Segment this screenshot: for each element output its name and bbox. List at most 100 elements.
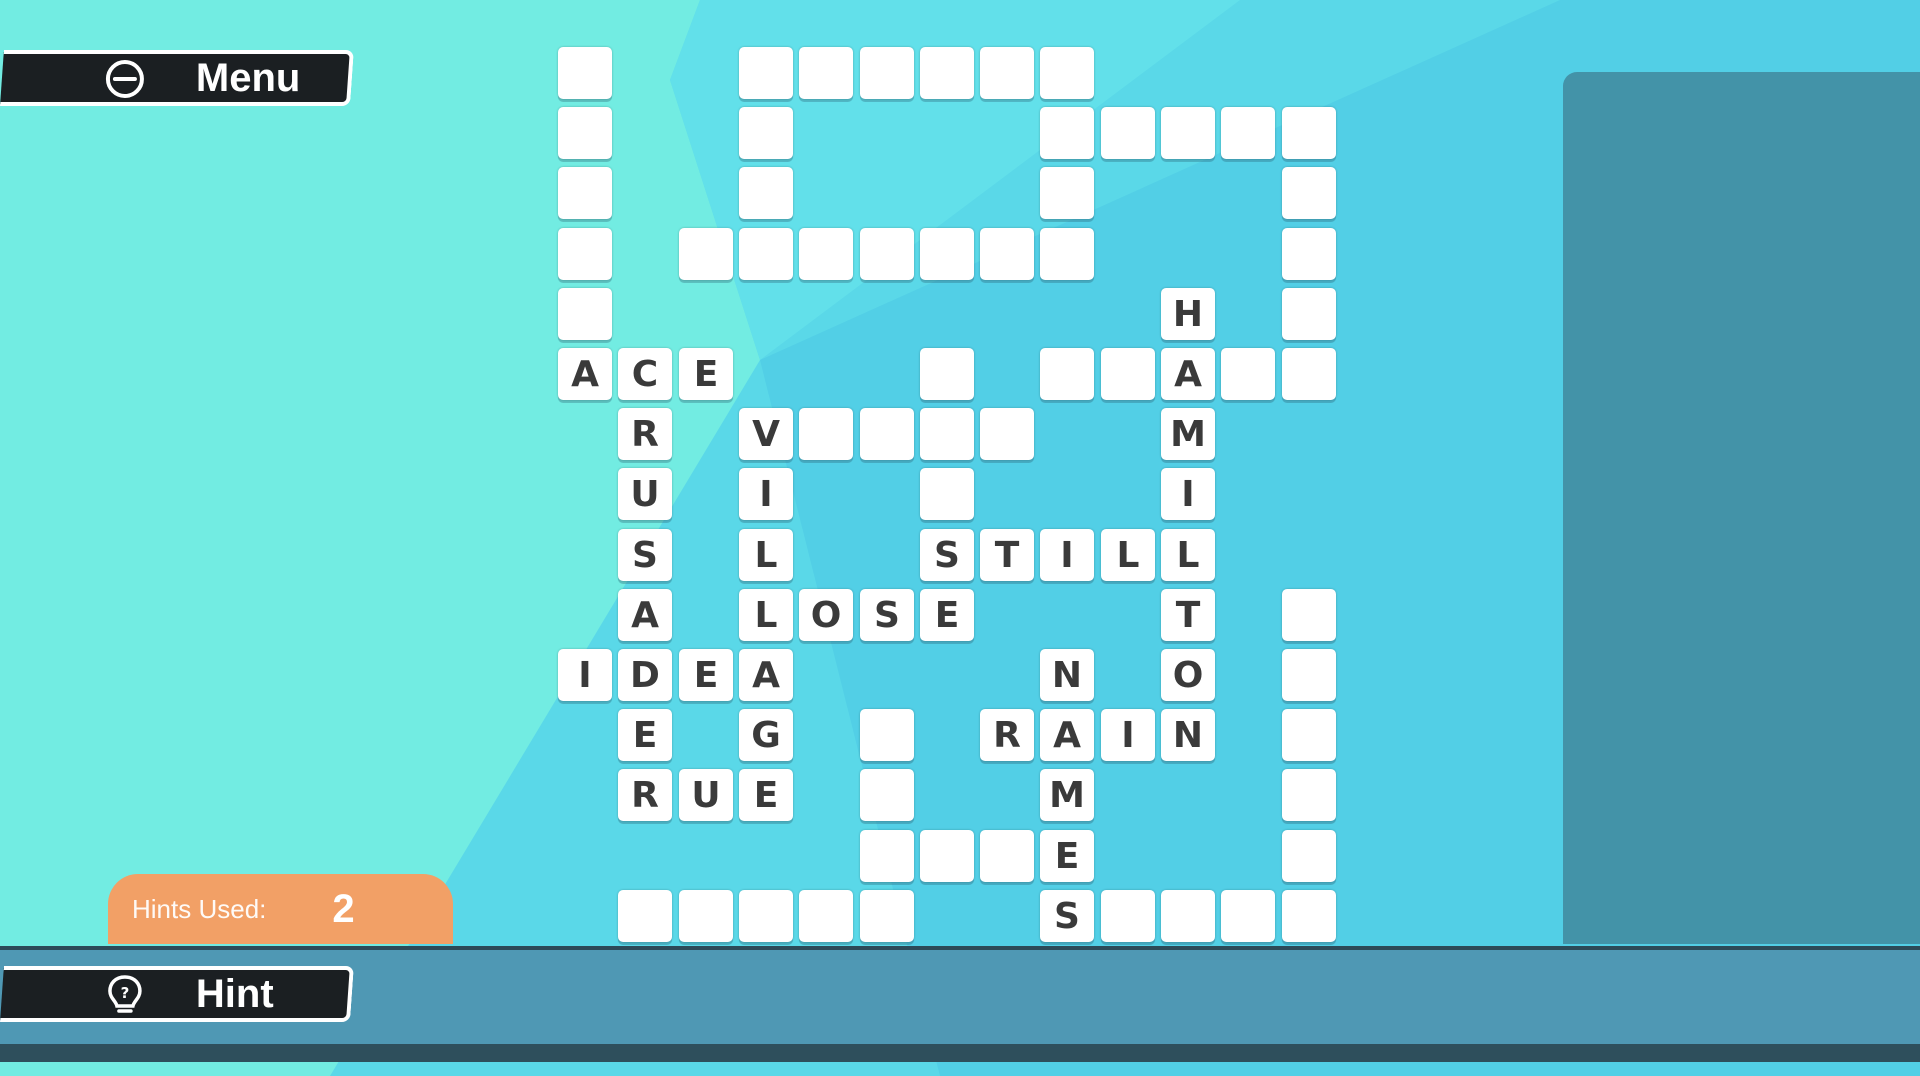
crossword-cell-filled[interactable]: R <box>980 709 1034 761</box>
crossword-cell-empty[interactable] <box>739 228 793 280</box>
crossword-cell-filled[interactable]: U <box>618 468 672 520</box>
crossword-cell-filled[interactable]: O <box>799 589 853 641</box>
crossword-cell-empty[interactable] <box>558 288 612 340</box>
crossword-cell-empty[interactable] <box>799 890 853 942</box>
crossword-cell-empty[interactable] <box>1101 890 1155 942</box>
crossword-cell-empty[interactable] <box>920 408 974 460</box>
crossword-cell-empty[interactable] <box>739 890 793 942</box>
crossword-cell-empty[interactable] <box>860 228 914 280</box>
crossword-cell-empty[interactable] <box>1282 228 1336 280</box>
crossword-cell-empty[interactable] <box>1101 348 1155 400</box>
crossword-cell-filled[interactable]: S <box>1040 890 1094 942</box>
crossword-cell-empty[interactable] <box>1282 649 1336 701</box>
crossword-cell-filled[interactable]: E <box>1040 830 1094 882</box>
crossword-cell-filled[interactable]: O <box>1161 649 1215 701</box>
crossword-cell-filled[interactable]: I <box>1101 709 1155 761</box>
crossword-cell-empty[interactable] <box>1282 589 1336 641</box>
crossword-cell-empty[interactable] <box>558 228 612 280</box>
crossword-cell-filled[interactable]: L <box>739 529 793 581</box>
crossword-cell-filled[interactable]: R <box>618 408 672 460</box>
crossword-cell-empty[interactable] <box>1101 107 1155 159</box>
crossword-cell-filled[interactable]: T <box>1161 589 1215 641</box>
crossword-cell-empty[interactable] <box>860 709 914 761</box>
crossword-cell-filled[interactable]: I <box>1040 529 1094 581</box>
crossword-cell-empty[interactable] <box>1282 348 1336 400</box>
crossword-cell-empty[interactable] <box>558 167 612 219</box>
crossword-cell-empty[interactable] <box>920 228 974 280</box>
crossword-cell-empty[interactable] <box>1282 288 1336 340</box>
crossword-cell-empty[interactable] <box>618 890 672 942</box>
crossword-cell-filled[interactable]: E <box>679 348 733 400</box>
crossword-cell-empty[interactable] <box>1282 107 1336 159</box>
crossword-cell-empty[interactable] <box>860 769 914 821</box>
crossword-cell-empty[interactable] <box>1161 107 1215 159</box>
crossword-cell-filled[interactable]: R <box>618 769 672 821</box>
crossword-cell-filled[interactable]: V <box>739 408 793 460</box>
crossword-cell-empty[interactable] <box>860 47 914 99</box>
crossword-cell-empty[interactable] <box>920 468 974 520</box>
crossword-cell-empty[interactable] <box>1221 107 1275 159</box>
crossword-cell-empty[interactable] <box>1040 107 1094 159</box>
crossword-cell-empty[interactable] <box>1221 890 1275 942</box>
crossword-cell-empty[interactable] <box>558 47 612 99</box>
crossword-cell-empty[interactable] <box>860 830 914 882</box>
crossword-cell-filled[interactable]: E <box>920 589 974 641</box>
crossword-cell-filled[interactable]: S <box>920 529 974 581</box>
crossword-cell-empty[interactable] <box>980 408 1034 460</box>
crossword-cell-filled[interactable]: E <box>618 709 672 761</box>
crossword-cell-filled[interactable]: L <box>1161 529 1215 581</box>
crossword-cell-empty[interactable] <box>980 830 1034 882</box>
crossword-cell-empty[interactable] <box>1282 769 1336 821</box>
crossword-cell-empty[interactable] <box>1282 709 1336 761</box>
menu-button[interactable]: Menu <box>0 50 354 106</box>
crossword-cell-empty[interactable] <box>860 408 914 460</box>
crossword-cell-filled[interactable]: L <box>739 589 793 641</box>
hint-button[interactable]: ? Hint <box>0 966 354 1022</box>
crossword-cell-filled[interactable]: M <box>1040 769 1094 821</box>
crossword-cell-filled[interactable]: U <box>679 769 733 821</box>
crossword-cell-empty[interactable] <box>1221 348 1275 400</box>
crossword-cell-empty[interactable] <box>679 890 733 942</box>
crossword-cell-empty[interactable] <box>920 830 974 882</box>
crossword-cell-filled[interactable]: I <box>739 468 793 520</box>
crossword-cell-filled[interactable]: A <box>739 649 793 701</box>
crossword-cell-filled[interactable]: M <box>1161 408 1215 460</box>
crossword-cell-empty[interactable] <box>1161 890 1215 942</box>
crossword-cell-empty[interactable] <box>980 47 1034 99</box>
crossword-cell-empty[interactable] <box>1282 830 1336 882</box>
crossword-cell-empty[interactable] <box>980 228 1034 280</box>
crossword-cell-empty[interactable] <box>1040 167 1094 219</box>
crossword-cell-filled[interactable]: A <box>1161 348 1215 400</box>
crossword-cell-empty[interactable] <box>920 348 974 400</box>
crossword-cell-filled[interactable]: A <box>1040 709 1094 761</box>
crossword-cell-empty[interactable] <box>1282 890 1336 942</box>
crossword-cell-filled[interactable]: E <box>679 649 733 701</box>
crossword-cell-filled[interactable]: S <box>618 529 672 581</box>
crossword-cell-filled[interactable]: A <box>618 589 672 641</box>
crossword-cell-filled[interactable]: N <box>1040 649 1094 701</box>
crossword-cell-empty[interactable] <box>860 890 914 942</box>
crossword-cell-empty[interactable] <box>799 47 853 99</box>
crossword-cell-empty[interactable] <box>1040 228 1094 280</box>
crossword-cell-empty[interactable] <box>1040 47 1094 99</box>
crossword-cell-filled[interactable]: N <box>1161 709 1215 761</box>
crossword-cell-empty[interactable] <box>799 228 853 280</box>
crossword-cell-empty[interactable] <box>920 47 974 99</box>
crossword-cell-filled[interactable]: I <box>558 649 612 701</box>
crossword-cell-filled[interactable]: D <box>618 649 672 701</box>
crossword-cell-filled[interactable]: I <box>1161 468 1215 520</box>
crossword-cell-empty[interactable] <box>1040 348 1094 400</box>
crossword-cell-empty[interactable] <box>739 107 793 159</box>
crossword-cell-empty[interactable] <box>799 408 853 460</box>
crossword-cell-filled[interactable]: H <box>1161 288 1215 340</box>
crossword-cell-empty[interactable] <box>679 228 733 280</box>
crossword-cell-filled[interactable]: L <box>1101 529 1155 581</box>
crossword-cell-empty[interactable] <box>558 107 612 159</box>
crossword-cell-filled[interactable]: C <box>618 348 672 400</box>
crossword-cell-empty[interactable] <box>739 47 793 99</box>
crossword-cell-empty[interactable] <box>739 167 793 219</box>
crossword-cell-filled[interactable]: G <box>739 709 793 761</box>
crossword-cell-filled[interactable]: S <box>860 589 914 641</box>
crossword-cell-empty[interactable] <box>1282 167 1336 219</box>
crossword-cell-filled[interactable]: A <box>558 348 612 400</box>
